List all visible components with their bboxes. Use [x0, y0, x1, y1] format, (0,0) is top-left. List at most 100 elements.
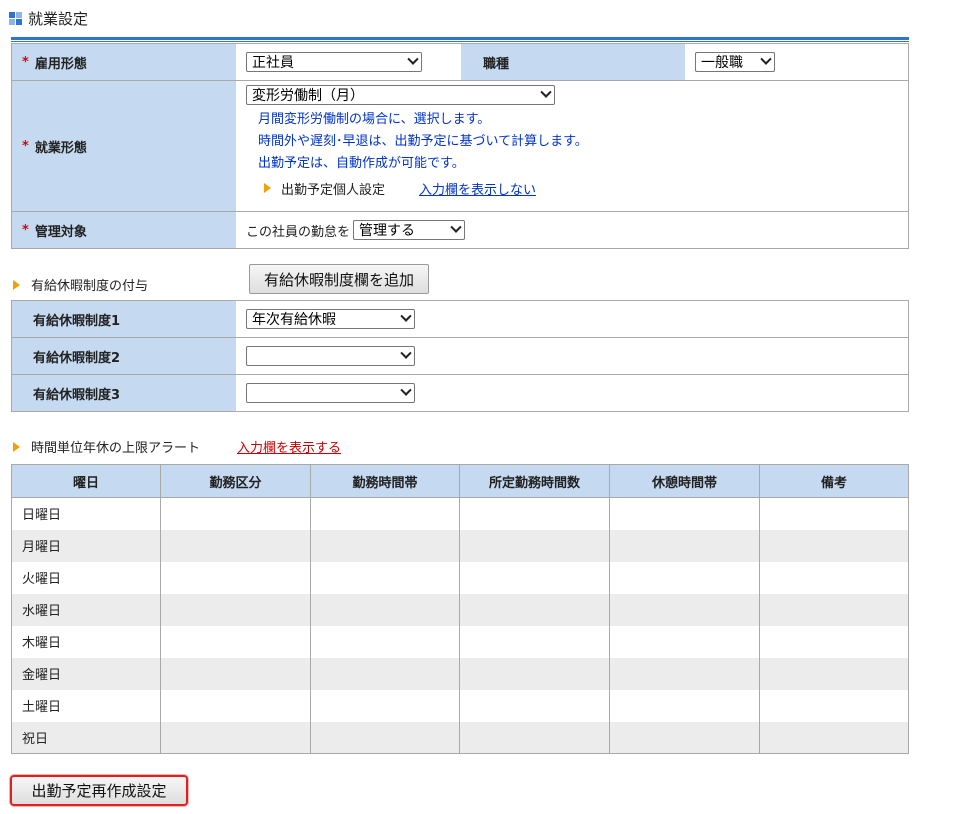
- job-type-select[interactable]: 一般職: [695, 52, 775, 72]
- table-row: 火曜日: [11, 561, 909, 594]
- table-cell: [160, 529, 311, 562]
- table-row: 金曜日: [11, 657, 909, 690]
- table-cell: [310, 497, 460, 530]
- employment-type-value: 正社員: [252, 55, 294, 71]
- table-cell: [160, 657, 311, 690]
- work-style-note: 出勤予定は、自動作成が可能です。: [258, 156, 465, 171]
- chevron-down-icon: [400, 384, 412, 396]
- table-cell: [160, 625, 311, 658]
- table-cell: [310, 561, 460, 594]
- table-cell: [310, 593, 460, 626]
- management-value: 管理する: [359, 223, 416, 239]
- table-cell: [310, 657, 460, 690]
- management-label: * 管理対象: [12, 212, 236, 248]
- table-cell: [609, 625, 760, 658]
- hourly-alert-label: 時間単位年休の上限アラート: [31, 441, 201, 456]
- table-cell: [459, 529, 610, 562]
- table-cell: [459, 593, 610, 626]
- paid-leave-label: 有給休暇制度2: [12, 338, 236, 374]
- table-row: 土曜日: [11, 689, 909, 722]
- add-paid-leave-button[interactable]: 有給休暇制度欄を追加: [249, 264, 429, 294]
- title-divider: [11, 37, 909, 42]
- table-cell: [609, 497, 760, 530]
- paid-leave-select-2[interactable]: [246, 346, 415, 366]
- weekday-cell: 土曜日: [11, 689, 161, 722]
- table-cell: [609, 657, 760, 690]
- table-row: 祝日: [11, 721, 909, 754]
- table-cell: [759, 561, 909, 594]
- work-style-label: * 就業形態: [12, 81, 236, 211]
- paid-leave-heading: 有給休暇制度の付与: [13, 275, 148, 294]
- required-mark: *: [22, 138, 29, 154]
- bullet-arrow-icon: [13, 441, 20, 452]
- table-cell: [160, 689, 311, 722]
- management-row: * 管理対象 この社員の勤怠を 管理する: [12, 212, 908, 248]
- page-title: 就業設定: [9, 8, 88, 28]
- work-style-cell: 変形労働制（月） 月間変形労働制の場合に、選択します。 時間外や遅刻･早退は、出…: [236, 81, 908, 211]
- work-style-value: 変形労働制（月）: [252, 88, 364, 104]
- table-cell: [609, 721, 760, 754]
- paid-leave-value: 年次有給休暇: [252, 312, 336, 328]
- table-cell: [609, 561, 760, 594]
- column-header: 休憩時間帯: [609, 464, 760, 498]
- weekday-cell: 日曜日: [11, 497, 161, 530]
- work-style-select[interactable]: 変形労働制（月）: [246, 85, 555, 105]
- column-header: 所定勤務時間数: [459, 464, 610, 498]
- paid-leave-cell: 年次有給休暇: [236, 301, 908, 337]
- table-cell: [759, 625, 909, 658]
- paid-leave-row: 有給休暇制度1 年次有給休暇: [12, 301, 908, 338]
- show-input-link[interactable]: 入力欄を表示する: [237, 437, 341, 456]
- table-cell: [459, 561, 610, 594]
- required-mark: *: [22, 54, 29, 70]
- table-row: 木曜日: [11, 625, 909, 658]
- personal-setting-label: 出勤予定個人設定: [281, 182, 386, 198]
- management-label-text: 管理対象: [34, 224, 87, 240]
- table-row: 水曜日: [11, 593, 909, 626]
- required-mark: *: [22, 222, 29, 238]
- table-cell: [609, 593, 760, 626]
- table-cell: [160, 561, 311, 594]
- column-header: 備考: [759, 464, 909, 498]
- hourly-alert-row: 時間単位年休の上限アラート 入力欄を表示する: [13, 437, 341, 456]
- table-cell: [759, 497, 909, 530]
- employment-type-cell: 正社員: [236, 44, 461, 80]
- table-cell: [310, 529, 460, 562]
- table-cell: [759, 689, 909, 722]
- table-cell: [160, 497, 311, 530]
- paid-leave-row: 有給休暇制度2: [12, 338, 908, 375]
- employment-type-label-text: 雇用形態: [34, 56, 87, 72]
- weekday-cell: 金曜日: [11, 657, 161, 690]
- chevron-down-icon: [540, 86, 552, 98]
- schedule-recreate-settings-button[interactable]: 出勤予定再作成設定: [10, 775, 188, 806]
- column-header: 勤務時間帯: [310, 464, 460, 498]
- chevron-down-icon: [760, 53, 772, 65]
- employment-type-row: * 雇用形態 正社員 職種 一般職: [12, 44, 908, 81]
- paid-leave-label: 有給休暇制度3: [12, 375, 236, 411]
- employment-type-label: * 雇用形態: [12, 44, 236, 80]
- paid-leave-select-3[interactable]: [246, 383, 415, 403]
- work-style-note: 月間変形労働制の場合に、選択します。: [258, 112, 491, 127]
- table-cell: [459, 497, 610, 530]
- chevron-down-icon: [450, 221, 462, 233]
- work-style-row: * 就業形態 変形労働制（月） 月間変形労働制の場合に、選択します。 時間外や遅…: [12, 81, 908, 212]
- grid-icon: [9, 11, 22, 25]
- management-cell: この社員の勤怠を 管理する: [236, 212, 908, 248]
- job-type-label-text: 職種: [483, 56, 510, 72]
- column-header: 曜日: [11, 464, 161, 498]
- weekday-cell: 水曜日: [11, 593, 161, 626]
- employment-type-select[interactable]: 正社員: [246, 52, 422, 72]
- table-cell: [160, 721, 311, 754]
- paid-leave-row: 有給休暇制度3: [12, 375, 908, 411]
- column-header: 勤務区分: [160, 464, 311, 498]
- paid-leave-table: 有給休暇制度1 年次有給休暇 有給休暇制度2 有給休暇制度3: [11, 300, 909, 412]
- chevron-down-icon: [400, 310, 412, 322]
- weekday-cell: 木曜日: [11, 625, 161, 658]
- table-cell: [759, 529, 909, 562]
- paid-leave-select-1[interactable]: 年次有給休暇: [246, 309, 415, 329]
- table-row: 月曜日: [11, 529, 909, 562]
- management-prefix: この社員の勤怠を: [246, 224, 351, 240]
- hide-input-link[interactable]: 入力欄を表示しない: [419, 179, 536, 198]
- employment-settings-table: * 雇用形態 正社員 職種 一般職 * 就業形態 変形労働制（月） 月間変形労働…: [11, 43, 909, 249]
- paid-leave-cell: [236, 375, 908, 411]
- management-select[interactable]: 管理する: [353, 220, 466, 240]
